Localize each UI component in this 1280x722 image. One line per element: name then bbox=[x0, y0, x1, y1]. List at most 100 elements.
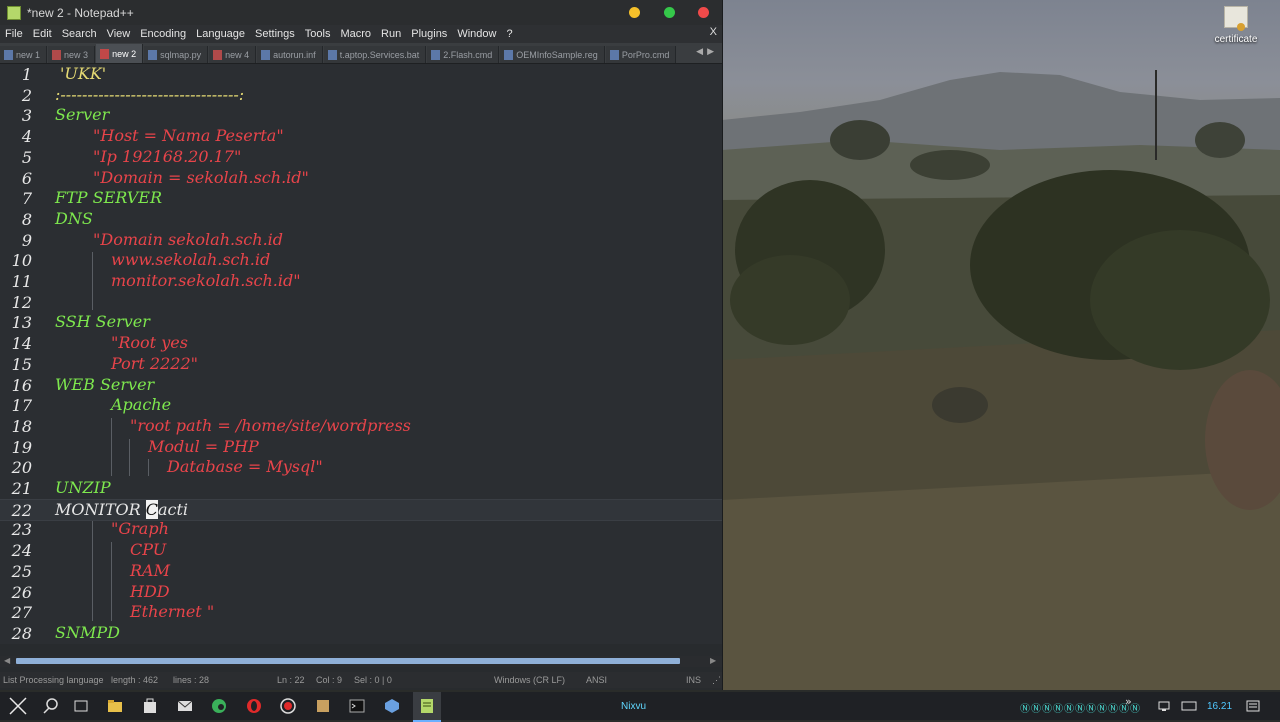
menu-search[interactable]: Search bbox=[57, 28, 102, 40]
tab-scroll-arrows-icon[interactable]: ◀▶ bbox=[696, 46, 718, 57]
code-line[interactable]: 18 "root path = /home/site/wordpress bbox=[0, 416, 722, 437]
line-number: 12 bbox=[11, 292, 32, 312]
tab-new-2[interactable]: new 2 bbox=[96, 44, 144, 63]
system-tray-icons[interactable]: ⓃⓃⓃⓃⓃⓃⓃⓃⓃⓃⓃ bbox=[1020, 700, 1141, 715]
code-line[interactable]: 24 CPU bbox=[0, 540, 722, 561]
store-icon[interactable] bbox=[142, 698, 158, 714]
desktop-shortcut-certificate[interactable]: certificate bbox=[1208, 6, 1264, 45]
maximize-button[interactable] bbox=[664, 7, 675, 18]
code-line[interactable]: 2 :---------------------------------: bbox=[0, 85, 722, 106]
menu-plugins[interactable]: Plugins bbox=[406, 28, 452, 40]
resize-grip-icon[interactable]: ⋰ bbox=[712, 675, 721, 686]
menu-help[interactable]: ? bbox=[501, 28, 517, 40]
menu-view[interactable]: View bbox=[102, 28, 136, 40]
edge-browser-icon[interactable] bbox=[211, 698, 227, 714]
editor-area[interactable]: 1 'UKK' 2 :--------------------------------… bbox=[0, 64, 722, 644]
start-x-icon[interactable] bbox=[8, 696, 28, 716]
close-document-button[interactable]: X bbox=[710, 26, 717, 38]
code-line[interactable]: 11 monitor.sekolah.sch.id" bbox=[0, 271, 722, 292]
tray-overflow-icon[interactable]: » bbox=[1125, 695, 1132, 708]
title-bar[interactable]: *new 2 - Notepad++ bbox=[0, 0, 722, 25]
tab-autorun-inf[interactable]: autorun.inf bbox=[257, 46, 323, 63]
scrollbar-thumb[interactable] bbox=[16, 658, 680, 664]
code-line[interactable]: 8 DNS bbox=[0, 209, 722, 230]
code-line[interactable]: 13 SSH Server bbox=[0, 312, 722, 333]
code-line[interactable]: 14 "Root yes bbox=[0, 333, 722, 354]
line-number: 2 bbox=[21, 85, 32, 105]
file-tab-icon bbox=[504, 49, 514, 60]
menu-edit[interactable]: Edit bbox=[28, 28, 57, 40]
file-explorer-icon[interactable] bbox=[107, 698, 123, 714]
opera-icon[interactable] bbox=[246, 698, 262, 714]
code-line[interactable]: 16 WEB Server bbox=[0, 375, 722, 396]
tab-new-1[interactable]: new 1 bbox=[0, 46, 48, 63]
code-text: "Root yes bbox=[111, 333, 188, 353]
tab-new-4[interactable]: new 4 bbox=[209, 46, 257, 63]
horizontal-scrollbar[interactable]: ◀ ▶ bbox=[0, 656, 722, 667]
menu-run[interactable]: Run bbox=[376, 28, 406, 40]
code-line[interactable]: 28 SNMPD bbox=[0, 623, 722, 644]
scroll-left-icon[interactable]: ◀ bbox=[4, 656, 10, 665]
code-line[interactable]: 9 "Domain sekolah.sch.id bbox=[0, 230, 722, 251]
menu-settings[interactable]: Settings bbox=[250, 28, 300, 40]
network-icon[interactable] bbox=[1157, 698, 1173, 714]
line-number: 4 bbox=[21, 127, 32, 147]
code-line[interactable]: 19 Modul = PHP bbox=[0, 437, 722, 458]
code-line[interactable]: 6 "Domain = sekolah.sch.id" bbox=[0, 168, 722, 189]
code-line[interactable]: 27 Ethernet " bbox=[0, 602, 722, 623]
tab-new-3[interactable]: new 3 bbox=[48, 46, 96, 63]
notifications-icon[interactable] bbox=[1245, 698, 1261, 714]
code-line[interactable]: 1 'UKK' bbox=[0, 64, 722, 85]
code-line[interactable]: 7 FTP SERVER bbox=[0, 188, 722, 209]
scroll-right-icon[interactable]: ▶ bbox=[710, 656, 716, 665]
task-view-icon[interactable] bbox=[73, 698, 89, 714]
virtualbox-icon[interactable] bbox=[384, 698, 400, 714]
menu-tools[interactable]: Tools bbox=[300, 28, 336, 40]
status-insert-mode: INS bbox=[686, 675, 702, 685]
code-text: MONITOR Cacti bbox=[55, 499, 188, 520]
file-tab-icon bbox=[261, 49, 271, 60]
terminal-icon[interactable] bbox=[349, 698, 365, 714]
minimize-button[interactable] bbox=[629, 7, 640, 18]
tab-porpro-cmd[interactable]: PorPro.cmd bbox=[605, 46, 677, 63]
menu-window[interactable]: Window bbox=[452, 28, 501, 40]
indent-guide bbox=[111, 417, 112, 476]
code-line[interactable]: 17 Apache bbox=[0, 395, 722, 416]
code-line[interactable]: 3 Server bbox=[0, 105, 722, 126]
code-line[interactable]: 26 HDD bbox=[0, 582, 722, 603]
file-tab-icon bbox=[431, 49, 441, 60]
archive-icon[interactable] bbox=[315, 698, 331, 714]
menu-macro[interactable]: Macro bbox=[335, 28, 376, 40]
code-line[interactable]: 10 www.sekolah.sch.id bbox=[0, 250, 722, 271]
taskbar-clock[interactable]: 16.21 bbox=[1207, 701, 1232, 712]
code-text: monitor.sekolah.sch.id" bbox=[111, 271, 301, 290]
code-line[interactable]: 15 Port 2222" bbox=[0, 354, 722, 375]
line-number: 24 bbox=[11, 541, 32, 561]
status-length: length : 462 bbox=[111, 675, 159, 685]
mail-icon[interactable] bbox=[177, 698, 193, 714]
close-button[interactable] bbox=[698, 7, 709, 18]
code-line[interactable]: 4 "Host = Nama Peserta" bbox=[0, 126, 722, 147]
keyboard-icon[interactable] bbox=[1181, 698, 1197, 714]
code-line[interactable]: 5 "Ip 192168.20.17" bbox=[0, 147, 722, 168]
tab-oeminfosample-reg[interactable]: OEMInfoSample.reg bbox=[500, 46, 605, 63]
menu-file[interactable]: File bbox=[0, 28, 28, 40]
code-line[interactable]: 12 bbox=[0, 292, 722, 313]
code-line[interactable]: 25 RAM bbox=[0, 561, 722, 582]
code-line[interactable]: 20 Database = Mysql" bbox=[0, 457, 722, 478]
line-number: 14 bbox=[11, 334, 32, 354]
code-line[interactable]: 21 UNZIP bbox=[0, 478, 722, 499]
code-text: :---------------------------------: bbox=[55, 84, 245, 104]
status-column: Col : 9 bbox=[316, 675, 343, 685]
code-line[interactable]: 22 MONITOR Cacti bbox=[0, 498, 722, 522]
code-line[interactable]: 23 "Graph bbox=[0, 519, 722, 540]
menu-encoding[interactable]: Encoding bbox=[135, 28, 191, 40]
taskbar-user-label: Nixvu bbox=[621, 701, 647, 712]
menu-language[interactable]: Language bbox=[191, 28, 250, 40]
search-icon[interactable] bbox=[43, 698, 59, 714]
record-icon[interactable] bbox=[280, 698, 296, 714]
tab-t-aptop-services-bat[interactable]: t.aptop.Services.bat bbox=[323, 46, 427, 63]
tab-2-flash-cmd[interactable]: 2.Flash.cmd bbox=[427, 46, 500, 63]
taskbar-notepadpp-active[interactable] bbox=[413, 692, 441, 722]
tab-sqlmap-py[interactable]: sqlmap.py bbox=[144, 46, 209, 63]
